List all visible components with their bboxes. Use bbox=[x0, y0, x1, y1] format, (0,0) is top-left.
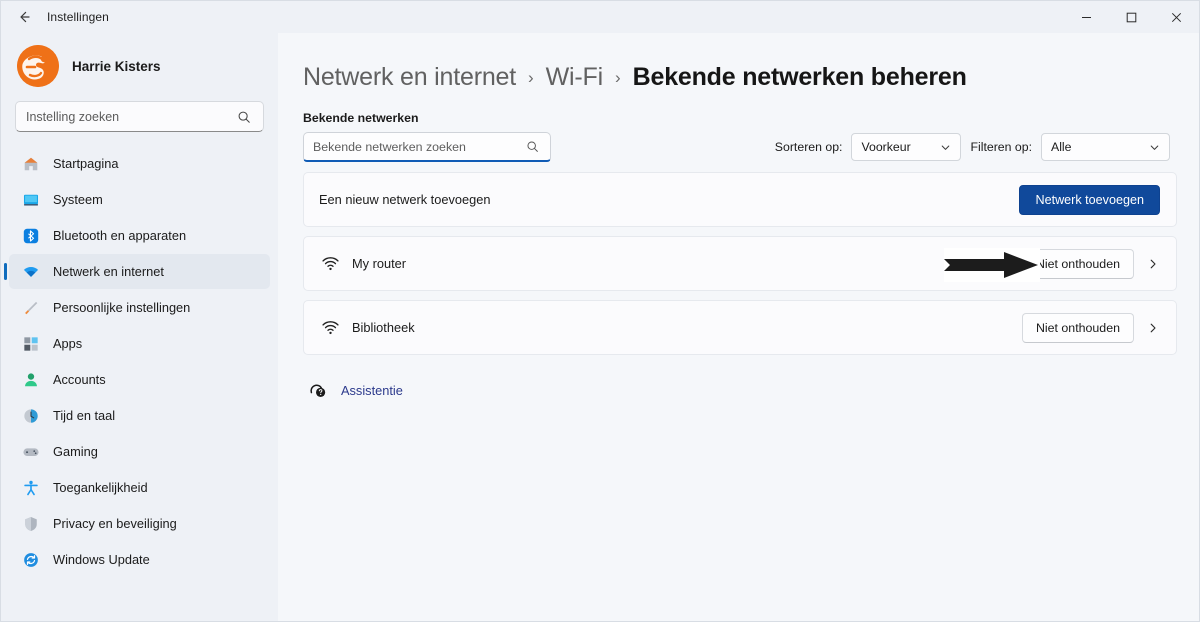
wifi-icon bbox=[319, 317, 341, 339]
network-row-right: Niet onthouden bbox=[1021, 312, 1160, 343]
update-icon bbox=[21, 550, 41, 570]
user-profile[interactable]: Harrie Kisters bbox=[9, 33, 270, 101]
sort-by-dropdown[interactable]: Voorkeur bbox=[851, 133, 962, 161]
avatar bbox=[17, 45, 59, 87]
sidebar-item-privacy-en-beveiliging[interactable]: Privacy en beveiliging bbox=[9, 506, 270, 541]
sidebar-item-toegankelijkheid[interactable]: Toegankelijkheid bbox=[9, 470, 270, 505]
sidebar-item-startpagina[interactable]: Startpagina bbox=[9, 146, 270, 181]
sidebar-item-persoonlijke-instellingen[interactable]: Persoonlijke instellingen bbox=[9, 290, 270, 325]
settings-window: Instellingen Harrie Kisters Instelling z… bbox=[0, 0, 1200, 622]
section-label-known-networks: Bekende netwerken bbox=[303, 111, 419, 125]
sidebar-item-label: Accounts bbox=[53, 372, 106, 387]
sidebar-nav: Startpagina Systeem Bluetooth en apparat… bbox=[4, 146, 270, 577]
known-networks-search-box[interactable] bbox=[303, 132, 551, 162]
sidebar-item-accounts[interactable]: Accounts bbox=[9, 362, 270, 397]
known-networks-search-input[interactable] bbox=[313, 139, 526, 154]
search-icon bbox=[237, 110, 253, 124]
network-row-right: Niet onthouden bbox=[1021, 248, 1160, 279]
sidebar-item-label: Tijd en taal bbox=[53, 408, 116, 423]
gamepad-icon bbox=[21, 442, 41, 462]
add-network-button[interactable]: Netwerk toevoegen bbox=[1019, 184, 1160, 215]
help-person-icon bbox=[307, 379, 329, 401]
shield-icon bbox=[21, 514, 41, 534]
add-network-left: Een nieuw netwerk toevoegen bbox=[319, 192, 490, 207]
close-button[interactable] bbox=[1154, 1, 1199, 33]
window-controls bbox=[1064, 1, 1199, 33]
search-icon bbox=[526, 140, 541, 153]
person-icon bbox=[21, 370, 41, 390]
filter-by-dropdown[interactable]: Alle bbox=[1041, 133, 1170, 161]
search-input[interactable] bbox=[26, 109, 237, 124]
sidebar-item-label: Toegankelijkheid bbox=[53, 480, 148, 495]
chevron-right-icon[interactable] bbox=[1147, 322, 1160, 334]
sidebar-item-label: Windows Update bbox=[53, 552, 150, 567]
apps-icon bbox=[21, 334, 41, 354]
add-network-row: Een nieuw netwerk toevoegen Netwerk toev… bbox=[303, 172, 1177, 227]
window-title: Instellingen bbox=[47, 10, 109, 24]
maximize-button[interactable] bbox=[1109, 1, 1154, 33]
breadcrumb: Netwerk en internet › Wi-Fi › Bekende ne… bbox=[303, 63, 1177, 92]
network-row-bibliotheek[interactable]: Bibliotheek Niet onthouden bbox=[303, 300, 1177, 355]
window-body: Harrie Kisters Instelling zoeken Startpa… bbox=[1, 33, 1199, 621]
accessibility-icon bbox=[21, 478, 41, 498]
sort-by-label: Sorteren op: bbox=[774, 140, 843, 154]
filter-by-label: Filteren op: bbox=[970, 140, 1032, 154]
chevron-right-icon[interactable] bbox=[1147, 258, 1160, 270]
toolbar: Sorteren op: Voorkeur Filteren op: Alle bbox=[303, 132, 1177, 162]
main-content: Netwerk en internet › Wi-Fi › Bekende ne… bbox=[278, 33, 1199, 621]
sidebar-item-label: Startpagina bbox=[53, 156, 119, 171]
sidebar-item-label: Netwerk en internet bbox=[53, 264, 164, 279]
sidebar-item-netwerk-en-internet[interactable]: Netwerk en internet bbox=[4, 254, 270, 289]
sidebar-item-label: Persoonlijke instellingen bbox=[53, 300, 191, 315]
home-icon bbox=[21, 154, 41, 174]
help-link[interactable]: Assistentie bbox=[341, 383, 403, 398]
sidebar-item-label: Apps bbox=[53, 336, 83, 351]
bluetooth-icon bbox=[21, 226, 41, 246]
breadcrumb-item-wifi[interactable]: Wi-Fi bbox=[546, 63, 604, 92]
profile-name: Harrie Kisters bbox=[72, 58, 161, 74]
breadcrumb-separator-icon: › bbox=[527, 67, 534, 87]
sidebar-item-label: Bluetooth en apparaten bbox=[53, 228, 187, 243]
back-button[interactable] bbox=[7, 2, 41, 32]
network-name: Bibliotheek bbox=[352, 320, 415, 335]
forget-network-button[interactable]: Niet onthouden bbox=[1021, 248, 1134, 279]
network-row-left: My router bbox=[319, 253, 406, 275]
sidebar-item-tijd-en-taal[interactable]: Tijd en taal bbox=[9, 398, 270, 433]
sidebar-item-gaming[interactable]: Gaming bbox=[9, 434, 270, 469]
add-network-label: Een nieuw netwerk toevoegen bbox=[319, 192, 491, 207]
sidebar-item-label: Privacy en beveiliging bbox=[53, 516, 177, 531]
known-networks-list: Een nieuw netwerk toevoegen Netwerk toev… bbox=[303, 172, 1177, 355]
network-name: My router bbox=[352, 256, 407, 271]
sidebar-item-label: Gaming bbox=[53, 444, 98, 459]
sidebar-item-systeem[interactable]: Systeem bbox=[9, 182, 270, 217]
sidebar-item-apps[interactable]: Apps bbox=[9, 326, 270, 361]
sidebar-item-label: Systeem bbox=[53, 192, 103, 207]
breadcrumb-item-network[interactable]: Netwerk en internet bbox=[303, 63, 516, 92]
display-icon bbox=[21, 190, 41, 210]
sort-by-value: Voorkeur bbox=[861, 140, 911, 154]
settings-search-box[interactable] bbox=[15, 101, 264, 132]
add-network-right: Netwerk toevoegen bbox=[1019, 184, 1160, 215]
chevron-down-icon bbox=[940, 142, 951, 153]
title-bar: Instellingen bbox=[1, 1, 1199, 33]
minimize-button[interactable] bbox=[1064, 1, 1109, 33]
toolbar-right: Sorteren op: Voorkeur Filteren op: Alle bbox=[775, 133, 1177, 161]
sidebar-item-windows-update[interactable]: Windows Update bbox=[9, 542, 270, 577]
network-row-left: Bibliotheek bbox=[319, 317, 415, 339]
breadcrumb-separator-icon: › bbox=[614, 67, 621, 87]
brush-icon bbox=[21, 298, 41, 318]
help-row: Assistentie bbox=[307, 379, 1177, 401]
wifi-icon bbox=[21, 262, 41, 282]
network-row-my-router[interactable]: My router Niet onthouden bbox=[303, 236, 1177, 291]
forget-network-button[interactable]: Niet onthouden bbox=[1021, 312, 1134, 343]
wifi-icon bbox=[319, 253, 341, 275]
chevron-down-icon bbox=[1149, 142, 1160, 153]
sidebar: Harrie Kisters Instelling zoeken Startpa… bbox=[1, 33, 278, 621]
clock-icon bbox=[21, 406, 41, 426]
sidebar-item-bluetooth-en-apparaten[interactable]: Bluetooth en apparaten bbox=[9, 218, 270, 253]
page-title: Bekende netwerken beheren bbox=[632, 63, 967, 91]
filter-by-value: Alle bbox=[1051, 140, 1072, 154]
